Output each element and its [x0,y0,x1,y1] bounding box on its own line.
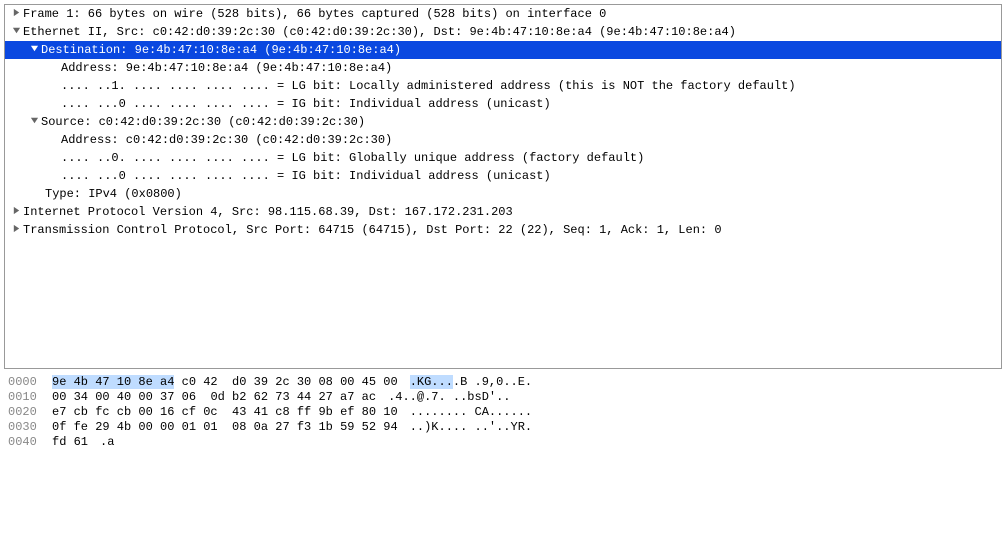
hex-ascii: .4..@.7. ..bsD'.. [388,390,510,405]
expand-arrow-icon[interactable] [9,24,23,40]
collapse-arrow-icon[interactable] [9,222,23,238]
tree-src-lg[interactable]: .... ..0. .... .... .... .... = LG bit: … [5,149,1001,167]
tree-dest-lg[interactable]: .... ..1. .... .... .... .... = LG bit: … [5,77,1001,95]
hex-offset: 0040 [8,435,52,450]
hex-row[interactable]: 0040 fd 61 .a [8,435,998,450]
frame-label: Frame 1: 66 bytes on wire (528 bits), 66… [23,6,606,22]
collapse-arrow-icon[interactable] [9,204,23,220]
hex-ascii: .KG....B .9,0..E. [410,375,532,390]
src-lg-label: .... ..0. .... .... .... .... = LG bit: … [61,150,644,166]
destination-label: Destination: 9e:4b:47:10:8e:a4 (9e:4b:47… [41,42,401,58]
tree-ip[interactable]: Internet Protocol Version 4, Src: 98.115… [5,203,1001,221]
hex-offset: 0020 [8,405,52,420]
hex-bytes: fd 61 [52,435,88,450]
tree-destination[interactable]: Destination: 9e:4b:47:10:8e:a4 (9e:4b:47… [5,41,1001,59]
hex-row[interactable]: 0030 0f fe 29 4b 00 00 01 01 08 0a 27 f3… [8,420,998,435]
expand-arrow-icon[interactable] [27,114,41,130]
dest-address-label: Address: 9e:4b:47:10:8e:a4 (9e:4b:47:10:… [61,60,392,76]
tree-frame[interactable]: Frame 1: 66 bytes on wire (528 bits), 66… [5,5,1001,23]
dest-ig-label: .... ...0 .... .... .... .... = IG bit: … [61,96,551,112]
tree-type[interactable]: Type: IPv4 (0x0800) [5,185,1001,203]
tree-tcp[interactable]: Transmission Control Protocol, Src Port:… [5,221,1001,239]
hex-offset: 0000 [8,375,52,390]
src-address-label: Address: c0:42:d0:39:2c:30 (c0:42:d0:39:… [61,132,392,148]
hex-bytes: 0f fe 29 4b 00 00 01 01 08 0a 27 f3 1b 5… [52,420,398,435]
tcp-label: Transmission Control Protocol, Src Port:… [23,222,722,238]
hex-ascii: .a [100,435,114,450]
ethernet-label: Ethernet II, Src: c0:42:d0:39:2c:30 (c0:… [23,24,736,40]
hex-ascii: ........ CA...... [410,405,532,420]
dest-lg-label: .... ..1. .... .... .... .... = LG bit: … [61,78,796,94]
hex-bytes: 00 34 00 40 00 37 06 0d b2 62 73 44 27 a… [52,390,376,405]
source-label: Source: c0:42:d0:39:2c:30 (c0:42:d0:39:2… [41,114,365,130]
hex-bytes: e7 cb fc cb 00 16 cf 0c 43 41 c8 ff 9b e… [52,405,398,420]
hex-bytes: 9e 4b 47 10 8e a4 c0 42 d0 39 2c 30 08 0… [52,375,398,390]
hex-ascii: ..)K.... ..'..YR. [410,420,532,435]
tree-dest-address[interactable]: Address: 9e:4b:47:10:8e:a4 (9e:4b:47:10:… [5,59,1001,77]
type-label: Type: IPv4 (0x0800) [45,186,182,202]
tree-dest-ig[interactable]: .... ...0 .... .... .... .... = IG bit: … [5,95,1001,113]
collapse-arrow-icon[interactable] [9,6,23,22]
tree-src-ig[interactable]: .... ...0 .... .... .... .... = IG bit: … [5,167,1001,185]
packet-details-pane[interactable]: Frame 1: 66 bytes on wire (528 bits), 66… [4,4,1002,369]
hex-offset: 0030 [8,420,52,435]
hex-row[interactable]: 0020 e7 cb fc cb 00 16 cf 0c 43 41 c8 ff… [8,405,998,420]
tree-src-address[interactable]: Address: c0:42:d0:39:2c:30 (c0:42:d0:39:… [5,131,1001,149]
hex-dump-pane[interactable]: 0000 9e 4b 47 10 8e a4 c0 42 d0 39 2c 30… [0,373,1006,452]
hex-row[interactable]: 0000 9e 4b 47 10 8e a4 c0 42 d0 39 2c 30… [8,375,998,390]
src-ig-label: .... ...0 .... .... .... .... = IG bit: … [61,168,551,184]
tree-ethernet[interactable]: Ethernet II, Src: c0:42:d0:39:2c:30 (c0:… [5,23,1001,41]
tree-source[interactable]: Source: c0:42:d0:39:2c:30 (c0:42:d0:39:2… [5,113,1001,131]
hex-row[interactable]: 0010 00 34 00 40 00 37 06 0d b2 62 73 44… [8,390,998,405]
expand-arrow-icon[interactable] [27,42,41,58]
ip-label: Internet Protocol Version 4, Src: 98.115… [23,204,513,220]
hex-offset: 0010 [8,390,52,405]
